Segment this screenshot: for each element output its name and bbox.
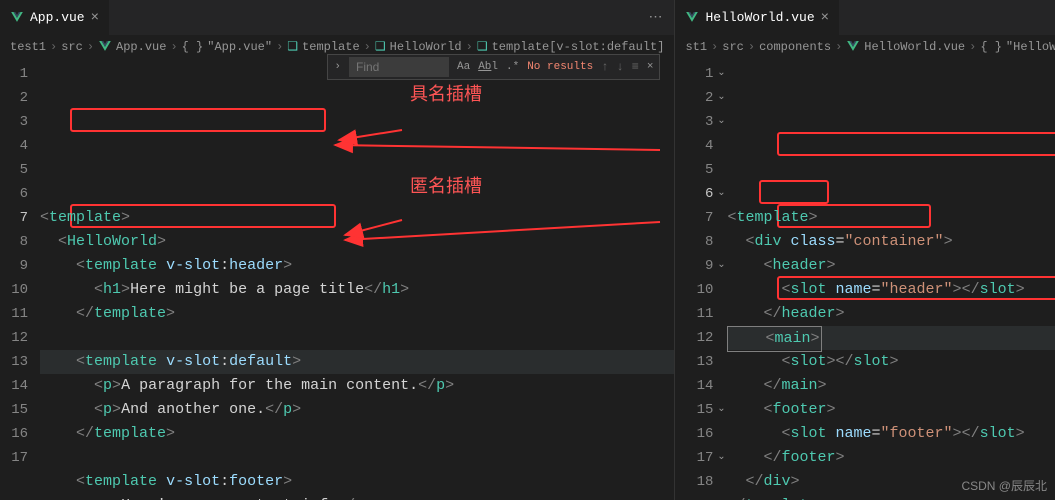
code-line[interactable]: <slot name="footer"></slot>	[727, 422, 1055, 446]
tab-app-vue[interactable]: App.vue ×	[0, 0, 109, 35]
code-line[interactable]: </template>	[40, 302, 674, 326]
code-line[interactable]: <HelloWorld>	[40, 230, 674, 254]
tab-overflow-icon[interactable]: ⋯	[638, 9, 674, 26]
tab-helloworld-vue[interactable]: HelloWorld.vue ×	[675, 0, 839, 35]
code-line[interactable]: <template v-slot:default>	[40, 350, 674, 374]
code-line[interactable]: <slot name="header"></slot>	[727, 278, 1055, 302]
left-gutter: 1234567891011121314151617	[0, 58, 40, 500]
code-line[interactable]: <template>	[727, 206, 1055, 230]
match-word-icon[interactable]: Abl	[478, 61, 498, 73]
code-line[interactable]: <template v-slot:footer>	[40, 470, 674, 494]
right-editor[interactable]: ⌄⌄⌄⌄⌄⌄⌄ 123456789101112131415161718 <tem…	[675, 58, 1055, 500]
code-line[interactable]: <slot></slot>	[727, 350, 1055, 374]
highlight-box-named-slot	[70, 108, 326, 132]
code-line[interactable]: </header>	[727, 302, 1055, 326]
left-code[interactable]: 具名插槽 匿名插槽 <template> <HelloWorld> <templ…	[40, 58, 674, 500]
find-results: No results	[527, 61, 593, 73]
prev-match-icon[interactable]: ↑	[601, 60, 608, 74]
code-line[interactable]: <template v-slot:header>	[40, 254, 674, 278]
annotation-anon-slot: 匿名插槽	[410, 174, 482, 198]
left-editor[interactable]: 1234567891011121314151617 具名插槽 匿名插槽 <tem…	[0, 58, 674, 500]
code-line[interactable]: </main>	[727, 374, 1055, 398]
highlight-box-main	[759, 180, 829, 204]
find-input[interactable]	[349, 57, 449, 77]
code-line[interactable]: <footer>	[727, 398, 1055, 422]
chevron-right-icon[interactable]: ›	[334, 61, 341, 73]
code-line[interactable]: <main>	[727, 326, 1055, 350]
vue-file-icon	[10, 12, 24, 24]
next-match-icon[interactable]: ↓	[616, 60, 623, 74]
editor-split-view: App.vue × ⋯ test1 › src › App.vue › { } …	[0, 0, 1055, 500]
code-line[interactable]: <header>	[727, 254, 1055, 278]
selection-icon[interactable]: ≡	[632, 60, 639, 74]
close-icon[interactable]: ×	[91, 10, 99, 26]
close-icon[interactable]: ×	[821, 10, 829, 26]
code-line[interactable]	[40, 446, 674, 470]
code-line[interactable]: <div class="container">	[727, 230, 1055, 254]
regex-icon[interactable]: .*	[506, 61, 519, 73]
code-line[interactable]: <template>	[40, 206, 674, 230]
left-tabs: App.vue × ⋯	[0, 0, 674, 35]
vue-file-icon	[685, 12, 699, 24]
tab-label: App.vue	[30, 10, 85, 25]
code-line[interactable]: </footer>	[727, 446, 1055, 470]
right-breadcrumbs[interactable]: st1 › src › components › HelloWorld.vue …	[675, 35, 1055, 58]
left-editor-pane: App.vue × ⋯ test1 › src › App.vue › { } …	[0, 0, 675, 500]
watermark: CSDN @辰辰北	[961, 477, 1047, 494]
right-gutter: ⌄⌄⌄⌄⌄⌄⌄ 123456789101112131415161718	[675, 58, 727, 500]
right-tabs: HelloWorld.vue ×	[675, 0, 1055, 35]
annotation-named-slot: 具名插槽	[410, 82, 482, 106]
right-editor-pane: HelloWorld.vue × st1 › src › components …	[675, 0, 1055, 500]
code-line[interactable]: </template>	[40, 422, 674, 446]
highlight-box-slot-header	[777, 132, 1055, 156]
code-line[interactable]: <p>A paragraph for the main content.</p>	[40, 374, 674, 398]
code-line[interactable]: </template>	[727, 494, 1055, 500]
tab-label: HelloWorld.vue	[705, 10, 814, 25]
code-line[interactable]: <p>And another one.</p>	[40, 398, 674, 422]
right-code[interactable]: <template> <div class="container"> <head…	[727, 58, 1055, 500]
code-line[interactable]: <h1>Here might be a page title</h1>	[40, 278, 674, 302]
code-line[interactable]	[40, 326, 674, 350]
match-case-icon[interactable]: Aa	[457, 61, 470, 73]
find-widget[interactable]: › Aa Abl .* No results ↑ ↓ ≡ ×	[327, 54, 660, 80]
code-line[interactable]: <p>Here's some contact info</p>	[40, 494, 674, 500]
close-find-icon[interactable]: ×	[647, 61, 654, 73]
